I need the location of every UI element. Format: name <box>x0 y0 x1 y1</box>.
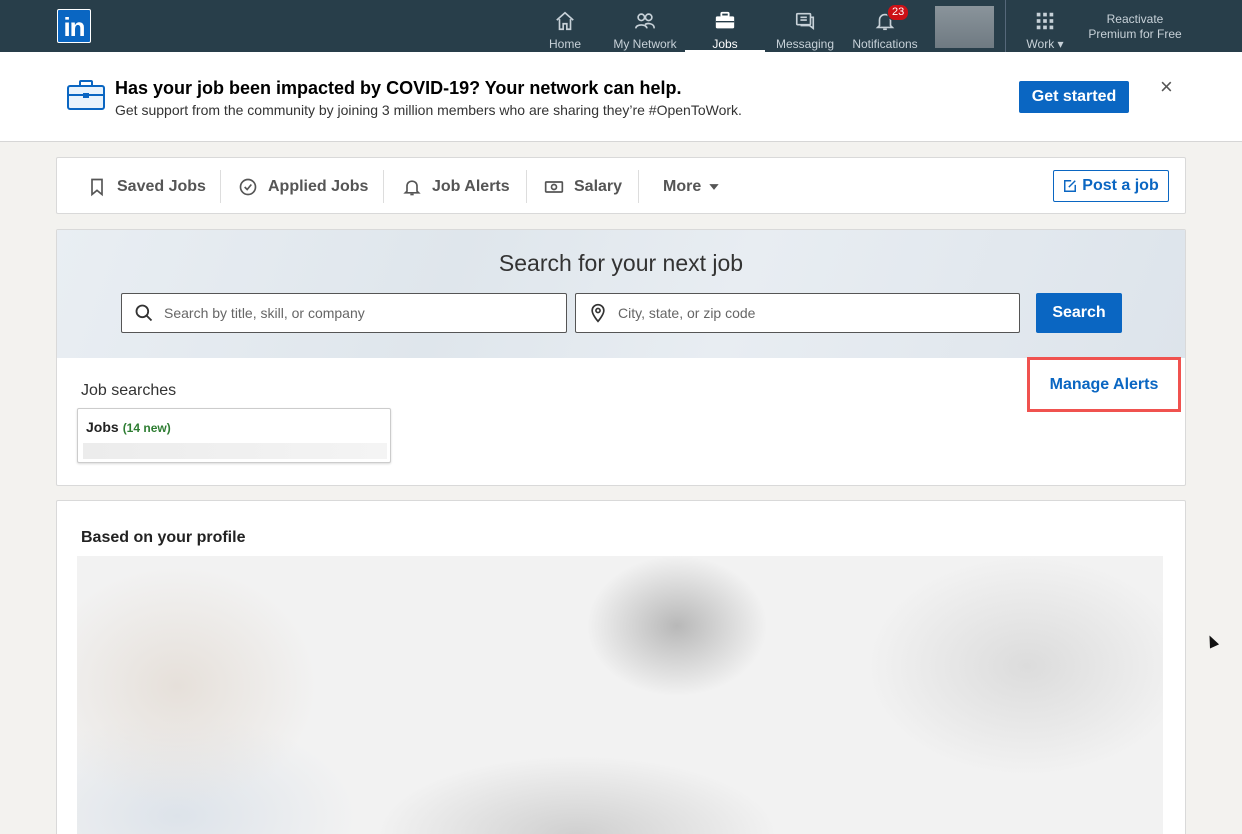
people-icon <box>635 13 655 29</box>
check-circle-icon <box>239 178 257 195</box>
nav-my-network-label: My Network <box>613 37 677 51</box>
search-hero: Search for your next job Search <box>57 230 1185 358</box>
messaging-icon <box>795 12 815 30</box>
search-icon <box>135 304 153 322</box>
tab-job-alerts[interactable]: Job Alerts <box>402 158 510 215</box>
tab-divider <box>220 170 221 203</box>
tab-divider <box>526 170 527 203</box>
saved-search-card[interactable]: Jobs (14 new) <box>77 408 391 463</box>
covid-banner: Has your job been impacted by COVID-19? … <box>0 52 1242 142</box>
nav-notifications-label: Notifications <box>852 37 918 51</box>
nav-work-label: Work <box>1026 37 1055 51</box>
close-icon[interactable]: × <box>1160 74 1173 100</box>
nav-messaging[interactable]: Messaging <box>772 0 838 52</box>
home-icon <box>556 11 574 31</box>
jobs-subnav: Saved Jobs Applied Jobs Job Alerts Salar… <box>56 157 1186 214</box>
bell-icon <box>403 179 421 195</box>
tab-applied-jobs-label: Applied Jobs <box>268 177 369 195</box>
profile-avatar[interactable] <box>935 6 994 48</box>
post-a-job-label: Post a job <box>1082 177 1159 194</box>
job-search-card: Search for your next job Search Job sear… <box>56 229 1186 486</box>
post-a-job-button[interactable]: Post a job <box>1053 170 1169 202</box>
edit-icon <box>1064 180 1077 192</box>
tab-applied-jobs[interactable]: Applied Jobs <box>238 158 368 215</box>
mouse-cursor-icon <box>1204 633 1220 649</box>
tab-salary-label: Salary <box>574 177 623 195</box>
location-pin-icon <box>591 303 605 323</box>
caret-down-icon <box>709 183 719 190</box>
notification-count-badge: 23 <box>887 4 910 21</box>
search-heading: Search for your next job <box>498 250 744 276</box>
new-jobs-count: (14 new) <box>122 421 171 435</box>
nav-home-label: Home <box>548 37 581 51</box>
nav-work-label-wrap: Work ▾ <box>1026 37 1063 51</box>
nav-messaging-label: Messaging <box>775 37 835 51</box>
tab-saved-jobs-label: Saved Jobs <box>117 177 206 195</box>
linkedin-logo[interactable]: in <box>57 9 91 43</box>
recommended-jobs-blurred <box>77 556 1163 834</box>
money-icon <box>544 180 564 193</box>
saved-search-title: Jobs (14 new) <box>86 419 171 435</box>
saved-search-details-blurred <box>83 443 387 459</box>
get-started-button[interactable]: Get started <box>1019 81 1129 113</box>
tab-saved-jobs[interactable]: Saved Jobs <box>87 158 206 215</box>
manage-alerts-link[interactable]: Manage Alerts <box>1027 357 1181 412</box>
nav-work-menu[interactable]: Work ▾ <box>1018 0 1072 52</box>
nav-jobs[interactable]: Jobs <box>685 0 765 52</box>
keyword-search-input[interactable] <box>164 305 553 321</box>
saved-search-name: Jobs <box>86 419 119 435</box>
tab-salary[interactable]: Salary <box>544 158 622 215</box>
tab-more-label: More <box>663 177 702 195</box>
grid-icon <box>1036 12 1054 30</box>
job-searches-heading: Job searches <box>81 382 177 399</box>
briefcase-icon <box>715 11 735 29</box>
banner-subtitle: Get support from the community by joinin… <box>115 102 742 118</box>
search-button[interactable]: Search <box>1036 293 1122 333</box>
premium-line-2: Premium for Free <box>1088 27 1182 41</box>
top-navigation-bar: in Home My Network Jobs Messaging Notifi… <box>0 0 1242 52</box>
nav-jobs-label: Jobs <box>712 37 738 51</box>
profile-recommendations-card: Based on your profile <box>56 500 1186 834</box>
nav-my-network[interactable]: My Network <box>608 0 682 52</box>
premium-line-1: Reactivate <box>1106 12 1164 26</box>
keyword-search-field[interactable] <box>121 293 567 333</box>
banner-title: Has your job been impacted by COVID-19? … <box>115 78 682 98</box>
premium-upsell-link[interactable]: Reactivate Premium for Free <box>1082 12 1188 42</box>
location-search-field[interactable] <box>575 293 1020 333</box>
tab-job-alerts-label: Job Alerts <box>432 177 510 195</box>
tab-divider <box>638 170 639 203</box>
profile-recommendations-heading: Based on your profile <box>81 529 246 546</box>
caret-down-icon: ▾ <box>1057 37 1064 51</box>
nav-divider <box>1005 0 1006 52</box>
tab-more[interactable]: More <box>663 158 721 215</box>
location-search-input[interactable] <box>618 305 1006 321</box>
bookmark-icon <box>91 178 103 196</box>
tab-divider <box>383 170 384 203</box>
nav-home[interactable]: Home <box>545 0 585 52</box>
briefcase-icon <box>67 80 105 110</box>
nav-notifications[interactable]: Notifications 23 <box>847 0 923 52</box>
